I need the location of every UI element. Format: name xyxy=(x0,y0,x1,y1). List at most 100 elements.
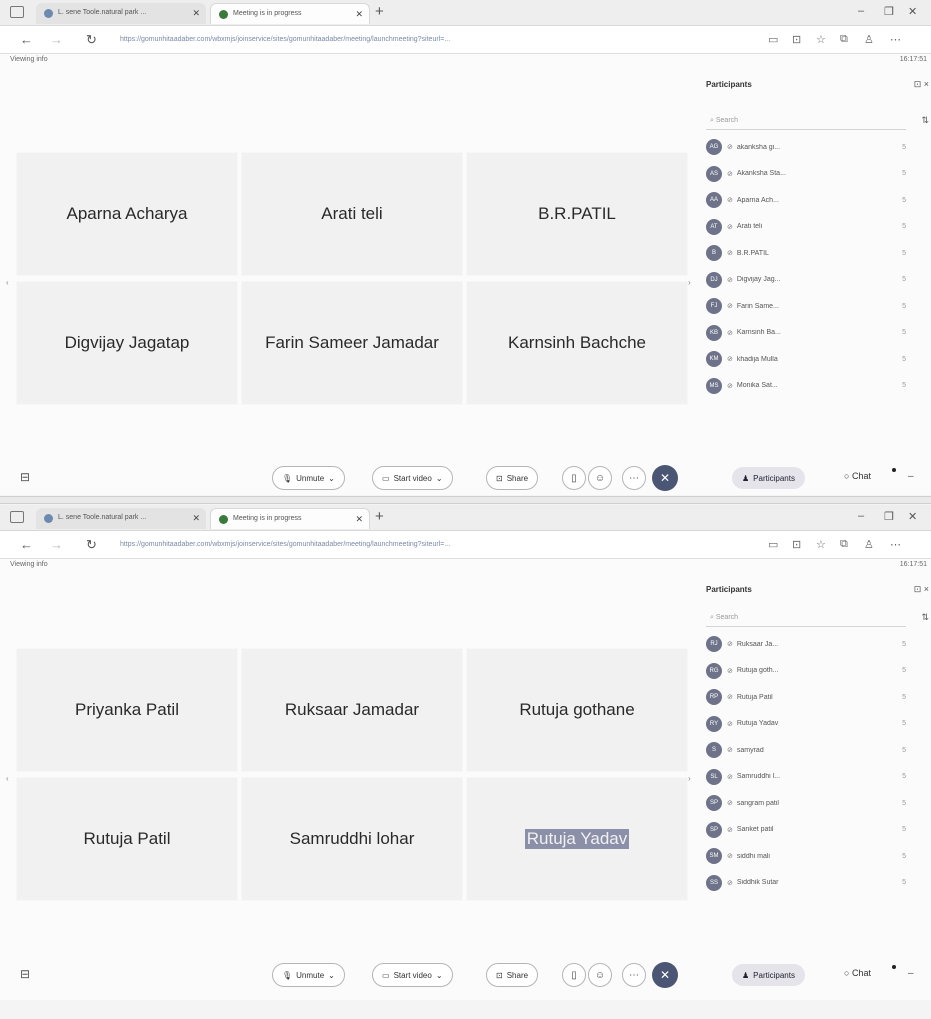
reader-icon[interactable]: ▭ xyxy=(768,33,778,46)
participant-row[interactable]: RY ⊘ Rutuja Yadav 5 xyxy=(706,711,906,738)
participant-row[interactable]: SL ⊘ Samruddhi l... 5 xyxy=(706,764,906,791)
reload-icon[interactable]: ↻ xyxy=(86,32,97,48)
video-tile[interactable]: Aparna Acharya xyxy=(16,152,238,276)
maximize-icon[interactable]: ❐ xyxy=(884,510,894,523)
participant-row[interactable]: SS ⊘ Siddhik Sutar 5 xyxy=(706,870,906,897)
participants-button[interactable]: ♟ Participants xyxy=(732,467,805,489)
more-icon[interactable]: – xyxy=(908,968,914,979)
forward-icon[interactable]: → xyxy=(50,537,63,552)
sort-icon[interactable]: ⇅ xyxy=(921,115,929,126)
participant-row[interactable]: B ⊘ B.R.PATIL 5 xyxy=(706,240,906,267)
video-tile[interactable]: Rutuja gothane xyxy=(466,648,688,772)
participant-row[interactable]: KB ⊘ Karnsinh Ba... 5 xyxy=(706,320,906,347)
participant-row[interactable]: MS ⊘ Monika Sat... 5 xyxy=(706,373,906,400)
new-tab-icon[interactable]: + xyxy=(375,508,384,525)
participant-row[interactable]: KM ⊘ khadija Mulla 5 xyxy=(706,346,906,373)
captions-icon[interactable]: ⊟ xyxy=(20,967,30,981)
new-tab-icon[interactable]: + xyxy=(375,3,384,20)
maximize-icon[interactable]: ❐ xyxy=(884,5,894,18)
unmute-button[interactable]: 🎙︎ Unmute ⌄ xyxy=(272,466,345,490)
video-tile[interactable]: Rutuja Patil xyxy=(16,777,238,901)
close-icon[interactable]: ✕ xyxy=(192,8,200,19)
chat-button[interactable]: ○ Chat xyxy=(844,968,871,978)
viewing-info-link[interactable]: Viewing info xyxy=(10,56,48,63)
participant-row[interactable]: AA ⊘ Aparna Ach... 5 xyxy=(706,187,906,214)
browser-menu-icon[interactable]: ⋯ xyxy=(890,538,901,551)
close-window-icon[interactable]: ✕ xyxy=(908,5,917,18)
video-tile[interactable]: Samruddhi lohar xyxy=(241,777,463,901)
browser-menu-icon[interactable]: ⋯ xyxy=(890,33,901,46)
panel-controls-icon[interactable]: ⊡ × xyxy=(914,584,929,595)
start-video-button[interactable]: ▭ Start video ⌄ xyxy=(372,963,453,987)
close-icon[interactable]: ✕ xyxy=(192,513,200,524)
sort-icon[interactable]: ⇅ xyxy=(921,612,929,623)
video-tile[interactable]: Farin Sameer Jamadar xyxy=(241,281,463,405)
participant-row[interactable]: AG ⊘ akanksha gi... 5 xyxy=(706,134,906,161)
video-tile[interactable]: Priyanka Patil xyxy=(16,648,238,772)
chat-button[interactable]: ○ Chat xyxy=(844,471,871,481)
leave-meeting-button[interactable]: ✕ xyxy=(652,962,678,988)
participant-search-input[interactable]: ⌕ Search xyxy=(706,112,906,130)
favorite-icon[interactable]: ☆ xyxy=(816,538,826,551)
reader-icon[interactable]: ▭ xyxy=(768,538,778,551)
extension-icon[interactable]: ⊡ xyxy=(792,33,801,46)
reactions-button[interactable]: ☺ xyxy=(588,466,612,490)
participant-row[interactable]: RP ⊘ Rutuja Patil 5 xyxy=(706,684,906,711)
prev-page-icon[interactable]: ‹ xyxy=(6,774,9,783)
favorite-icon[interactable]: ☆ xyxy=(816,33,826,46)
browser-tab-2[interactable]: Meeting is in progress ✕ xyxy=(210,3,370,24)
participant-row[interactable]: AT ⊘ Arati teli 5 xyxy=(706,214,906,241)
browser-tab-2[interactable]: Meeting is in progress ✕ xyxy=(210,508,370,529)
browser-tab-1[interactable]: L. sene Toole.natural park ... ✕ xyxy=(36,508,206,529)
url-input[interactable]: https://gomunhitaadaber.com/wbxmjs/joins… xyxy=(120,536,760,554)
panel-controls-icon[interactable]: ⊡ × xyxy=(914,79,929,90)
participant-row[interactable]: SP ⊘ sangram patil 5 xyxy=(706,790,906,817)
participant-row[interactable]: RJ ⊘ Ruksaar Ja... 5 xyxy=(706,631,906,658)
participant-row[interactable]: S ⊘ samyrad 5 xyxy=(706,737,906,764)
url-input[interactable]: https://gomunhitaadaber.com/wbxmjs/joins… xyxy=(120,31,760,49)
window-menu-icon[interactable] xyxy=(10,511,24,523)
extension-icon[interactable]: ⊡ xyxy=(792,538,801,551)
captions-icon[interactable]: ⊟ xyxy=(20,470,30,484)
collections-icon[interactable]: ⧉ xyxy=(840,538,848,551)
participants-button[interactable]: ♟ Participants xyxy=(732,964,805,986)
share-button[interactable]: ⊡ Share xyxy=(486,466,539,490)
video-tile[interactable]: B.R.PATIL xyxy=(466,152,688,276)
profile-icon[interactable]: ♙ xyxy=(864,538,874,551)
close-icon[interactable]: ✕ xyxy=(355,9,363,20)
minimize-icon[interactable]: – xyxy=(858,5,864,17)
reload-icon[interactable]: ↻ xyxy=(86,537,97,553)
unmute-button[interactable]: 🎙︎ Unmute ⌄ xyxy=(272,963,345,987)
video-tile-selected[interactable]: Rutuja Yadav xyxy=(466,777,688,901)
record-button[interactable]: ▯ xyxy=(562,963,586,987)
start-video-button[interactable]: ▭ Start video ⌄ xyxy=(372,466,453,490)
profile-icon[interactable]: ♙ xyxy=(864,33,874,46)
forward-icon[interactable]: → xyxy=(50,32,63,47)
participant-row[interactable]: SP ⊘ Sanket patil 5 xyxy=(706,817,906,844)
reactions-button[interactable]: ☺ xyxy=(588,963,612,987)
video-tile[interactable]: Arati teli xyxy=(241,152,463,276)
more-options-button[interactable]: ⋯ xyxy=(622,466,646,490)
video-tile[interactable]: Karnsinh Bachche xyxy=(466,281,688,405)
participant-search-input[interactable]: ⌕ Search xyxy=(706,609,906,627)
share-button[interactable]: ⊡ Share xyxy=(486,963,539,987)
video-tile[interactable]: Digvijay Jagatap xyxy=(16,281,238,405)
collections-icon[interactable]: ⧉ xyxy=(840,33,848,46)
window-menu-icon[interactable] xyxy=(10,6,24,18)
participant-row[interactable]: DJ ⊘ Digvijay Jag... 5 xyxy=(706,267,906,294)
next-page-icon[interactable]: › xyxy=(688,278,691,287)
minimize-icon[interactable]: – xyxy=(858,510,864,522)
more-icon[interactable]: – xyxy=(908,471,914,482)
participant-row[interactable]: SM ⊘ siddhi mali 5 xyxy=(706,843,906,870)
close-icon[interactable]: ✕ xyxy=(355,514,363,525)
participant-row[interactable]: RG ⊘ Rutuja goth... 5 xyxy=(706,658,906,685)
browser-tab-1[interactable]: L. sene Toole.natural park ... ✕ xyxy=(36,3,206,24)
prev-page-icon[interactable]: ‹ xyxy=(6,278,9,287)
participant-row[interactable]: AS ⊘ Akanksha Sta... 5 xyxy=(706,161,906,188)
record-button[interactable]: ▯ xyxy=(562,466,586,490)
back-icon[interactable]: ← xyxy=(20,537,33,552)
next-page-icon[interactable]: › xyxy=(688,774,691,783)
participant-row[interactable]: FJ ⊘ Farin Same... 5 xyxy=(706,293,906,320)
viewing-info-link[interactable]: Viewing info xyxy=(10,561,48,568)
video-tile[interactable]: Ruksaar Jamadar xyxy=(241,648,463,772)
